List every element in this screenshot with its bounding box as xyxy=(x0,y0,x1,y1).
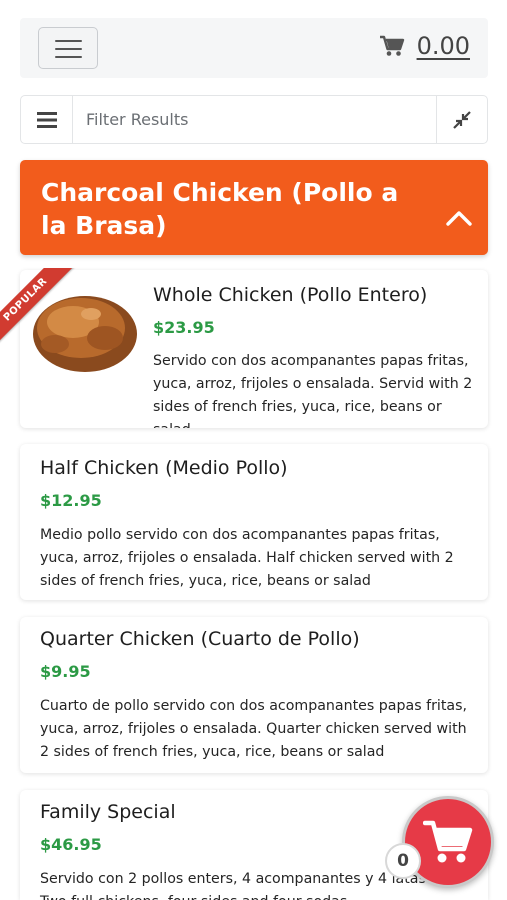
hamburger-line xyxy=(55,40,82,42)
cart-count-badge: 0 xyxy=(385,843,421,879)
collapse-all-button[interactable] xyxy=(436,96,487,143)
menu-item-card[interactable]: Half Chicken (Medio Pollo) $12.95 Medio … xyxy=(20,444,488,600)
cart-total-amount: 0.00 xyxy=(416,32,470,60)
top-bar: 0.00 xyxy=(20,18,488,78)
category-list-button[interactable] xyxy=(21,96,73,143)
filter-bar: Filter Results xyxy=(20,95,488,144)
item-price: $12.95 xyxy=(40,491,102,510)
cart-icon xyxy=(379,35,404,56)
menu-item-card[interactable]: Whole Chicken (Pollo Entero) $23.95 Serv… xyxy=(20,270,488,428)
item-price: $9.95 xyxy=(40,662,91,681)
item-description: Medio pollo servido con dos acompanantes… xyxy=(40,527,454,589)
item-description: Cuarto de pollo servido con dos acompana… xyxy=(40,698,468,760)
item-name: Half Chicken (Medio Pollo) xyxy=(40,457,288,479)
hamburger-line xyxy=(55,48,82,50)
category-title: Charcoal Chicken (Pollo a la Brasa) xyxy=(41,178,399,240)
floating-cart-button[interactable] xyxy=(402,796,494,888)
item-name: Quarter Chicken (Cuarto de Pollo) xyxy=(40,628,360,650)
item-price: $46.95 xyxy=(40,835,102,854)
item-name: Whole Chicken (Pollo Entero) xyxy=(153,284,428,306)
cart-icon xyxy=(423,820,473,863)
popular-badge: POPULAR xyxy=(0,268,76,350)
cart-total-link[interactable]: 0.00 xyxy=(379,32,470,60)
hamburger-line xyxy=(55,56,82,58)
popular-ribbon: POPULAR xyxy=(0,268,84,358)
item-description: Servido con dos acompanantes papas frita… xyxy=(153,353,473,428)
compress-icon xyxy=(453,110,471,129)
category-header[interactable]: Charcoal Chicken (Pollo a la Brasa) xyxy=(20,160,488,255)
list-icon xyxy=(36,111,57,128)
item-name: Family Special xyxy=(40,801,176,823)
menu-toggle-button[interactable] xyxy=(38,27,98,69)
filter-input[interactable]: Filter Results xyxy=(73,96,436,143)
chevron-up-icon xyxy=(446,211,472,226)
menu-item-card[interactable]: Quarter Chicken (Cuarto de Pollo) $9.95 … xyxy=(20,617,488,773)
item-price: $23.95 xyxy=(153,318,215,337)
